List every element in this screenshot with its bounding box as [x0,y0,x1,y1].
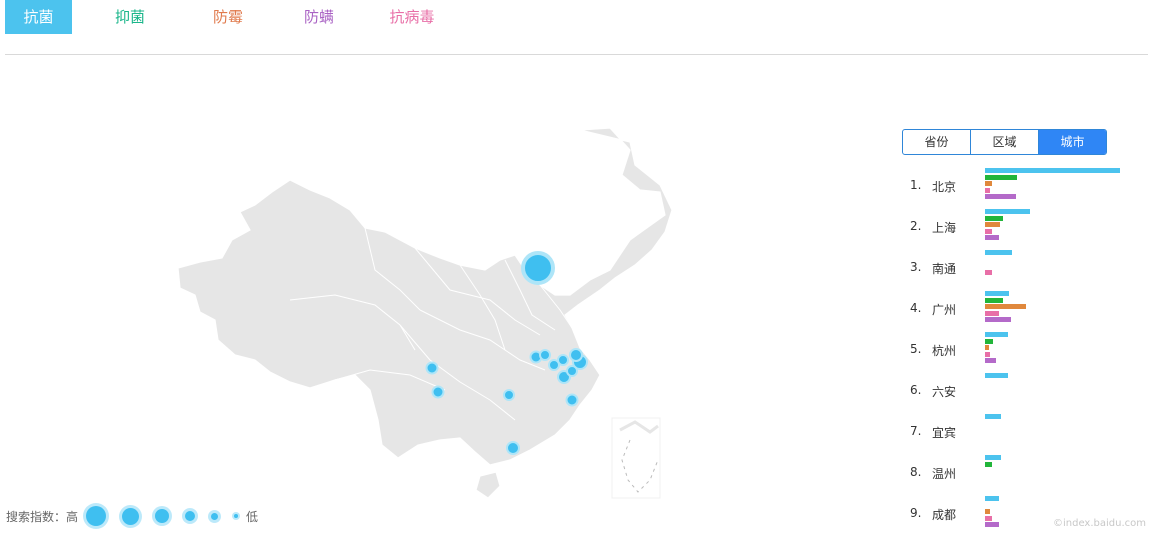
rank-city-name: 六安 [932,385,957,399]
rank-bars [985,332,1008,365]
bar-series-0 [985,209,1030,214]
legend-dot-4 [185,511,196,521]
bar-series-1 [985,215,1003,221]
tab-divider [5,54,1148,55]
rank-city-name: 成都 [932,508,957,522]
bar-series-0 [985,250,1012,255]
tab-region[interactable]: 区域 [971,130,1039,154]
tab-kangjun[interactable]: 抗菌 [5,0,72,34]
bar-series-2 [985,222,1000,227]
bubble-city-e[interactable] [566,365,578,377]
bar-series-3 [985,351,990,357]
bar-series-2 [985,181,992,186]
tab-yijun[interactable]: 抑菌 [76,0,184,34]
ranking-row[interactable]: 8. 温州 [904,453,1144,494]
bar-series-2 [985,304,1026,309]
tab-city[interactable]: 城市 [1039,130,1106,154]
ranking-row[interactable]: 1. 北京 [904,166,1144,207]
rank-number: 2. [910,219,922,233]
bar-series-1 [985,461,992,467]
rank-number: 7. [910,424,922,438]
bar-series-3 [985,187,990,193]
bar-series-0 [985,414,1001,419]
legend-dot-5 [211,512,219,520]
bar-series-4 [985,522,999,527]
bar-series-0 [985,455,1001,460]
rank-bars [985,209,1030,242]
bar-series-4 [985,317,1011,322]
bar-series-2 [985,345,989,350]
bubble-guangzhou[interactable] [506,441,520,455]
tab-fangman[interactable]: 防螨 [274,0,364,34]
rank-city-name: 杭州 [932,344,957,358]
legend-high-label: 搜索指数：高 [6,509,79,524]
watermark: ©index.baidu.com [1052,518,1146,529]
china-map [177,127,673,499]
rank-bars [985,414,1001,447]
bar-series-1 [985,297,1003,303]
rank-bars [985,168,1120,201]
bubble-yibin[interactable] [431,385,445,399]
bar-series-3 [985,228,992,234]
ranking-row[interactable]: 5. 杭州 [904,330,1144,371]
rank-number: 3. [910,260,922,274]
rank-bars [985,250,1012,283]
legend-dot-2 [122,507,140,525]
rank-number: 1. [910,178,922,192]
bar-series-0 [985,373,1008,378]
bar-series-3 [985,515,992,521]
ranking-row[interactable]: 7. 宜宾 [904,412,1144,453]
ranking-row[interactable]: 4. 广州 [904,289,1144,330]
bar-series-4 [985,235,999,240]
legend-dot-3 [155,509,170,523]
rank-city-name: 宜宾 [932,426,957,440]
bubble-city-d[interactable] [503,389,515,401]
bubble-city-c[interactable] [557,354,569,366]
tab-kangbingdu[interactable]: 抗病毒 [364,0,460,34]
bubble-chengdu[interactable] [425,361,439,375]
category-tabs: 抗菌 抑菌 防霉 防螨 抗病毒 [5,0,460,34]
rank-city-name: 北京 [932,180,957,194]
bar-series-2 [985,509,990,514]
legend-dot-6 [234,514,239,518]
ranking-row[interactable]: 2. 上海 [904,207,1144,248]
legend-low-label: 低 [246,509,259,524]
tab-province[interactable]: 省份 [903,130,971,154]
rank-bars [985,455,1001,488]
rank-number: 9. [910,506,922,520]
region-type-switch: 省份 区域 城市 [902,129,1107,155]
bar-series-0 [985,168,1120,173]
rank-bars [985,496,999,529]
search-index-legend: 搜索指数：高 低 [6,500,258,532]
bar-series-0 [985,332,1008,337]
ranking-row[interactable]: 6. 六安 [904,371,1144,412]
rank-city-name: 温州 [932,467,957,481]
bubble-nantong[interactable] [569,348,583,362]
bar-series-1 [985,174,1017,180]
rank-number: 6. [910,383,922,397]
bar-series-3 [985,310,999,316]
legend-dot-1 [86,506,107,526]
rank-number: 8. [910,465,922,479]
bubble-city-a[interactable] [539,349,551,361]
rank-number: 5. [910,342,922,356]
ranking-row[interactable]: 3. 南通 [904,248,1144,289]
rank-bars [985,291,1026,324]
bubble-beijing[interactable] [521,251,555,285]
rank-city-name: 广州 [932,303,957,317]
bubble-wenzhou[interactable] [565,393,579,407]
bar-series-3 [985,269,992,275]
rank-city-name: 上海 [932,221,957,235]
bar-series-1 [985,338,993,344]
rank-city-name: 南通 [932,262,957,276]
tab-fangmei[interactable]: 防霉 [192,0,264,34]
bar-series-0 [985,291,1009,296]
bar-series-4 [985,194,1016,199]
rank-number: 4. [910,301,922,315]
rank-bars [985,373,1008,406]
bar-series-4 [985,358,996,363]
south-sea-inset [611,417,661,499]
bar-series-0 [985,496,999,501]
